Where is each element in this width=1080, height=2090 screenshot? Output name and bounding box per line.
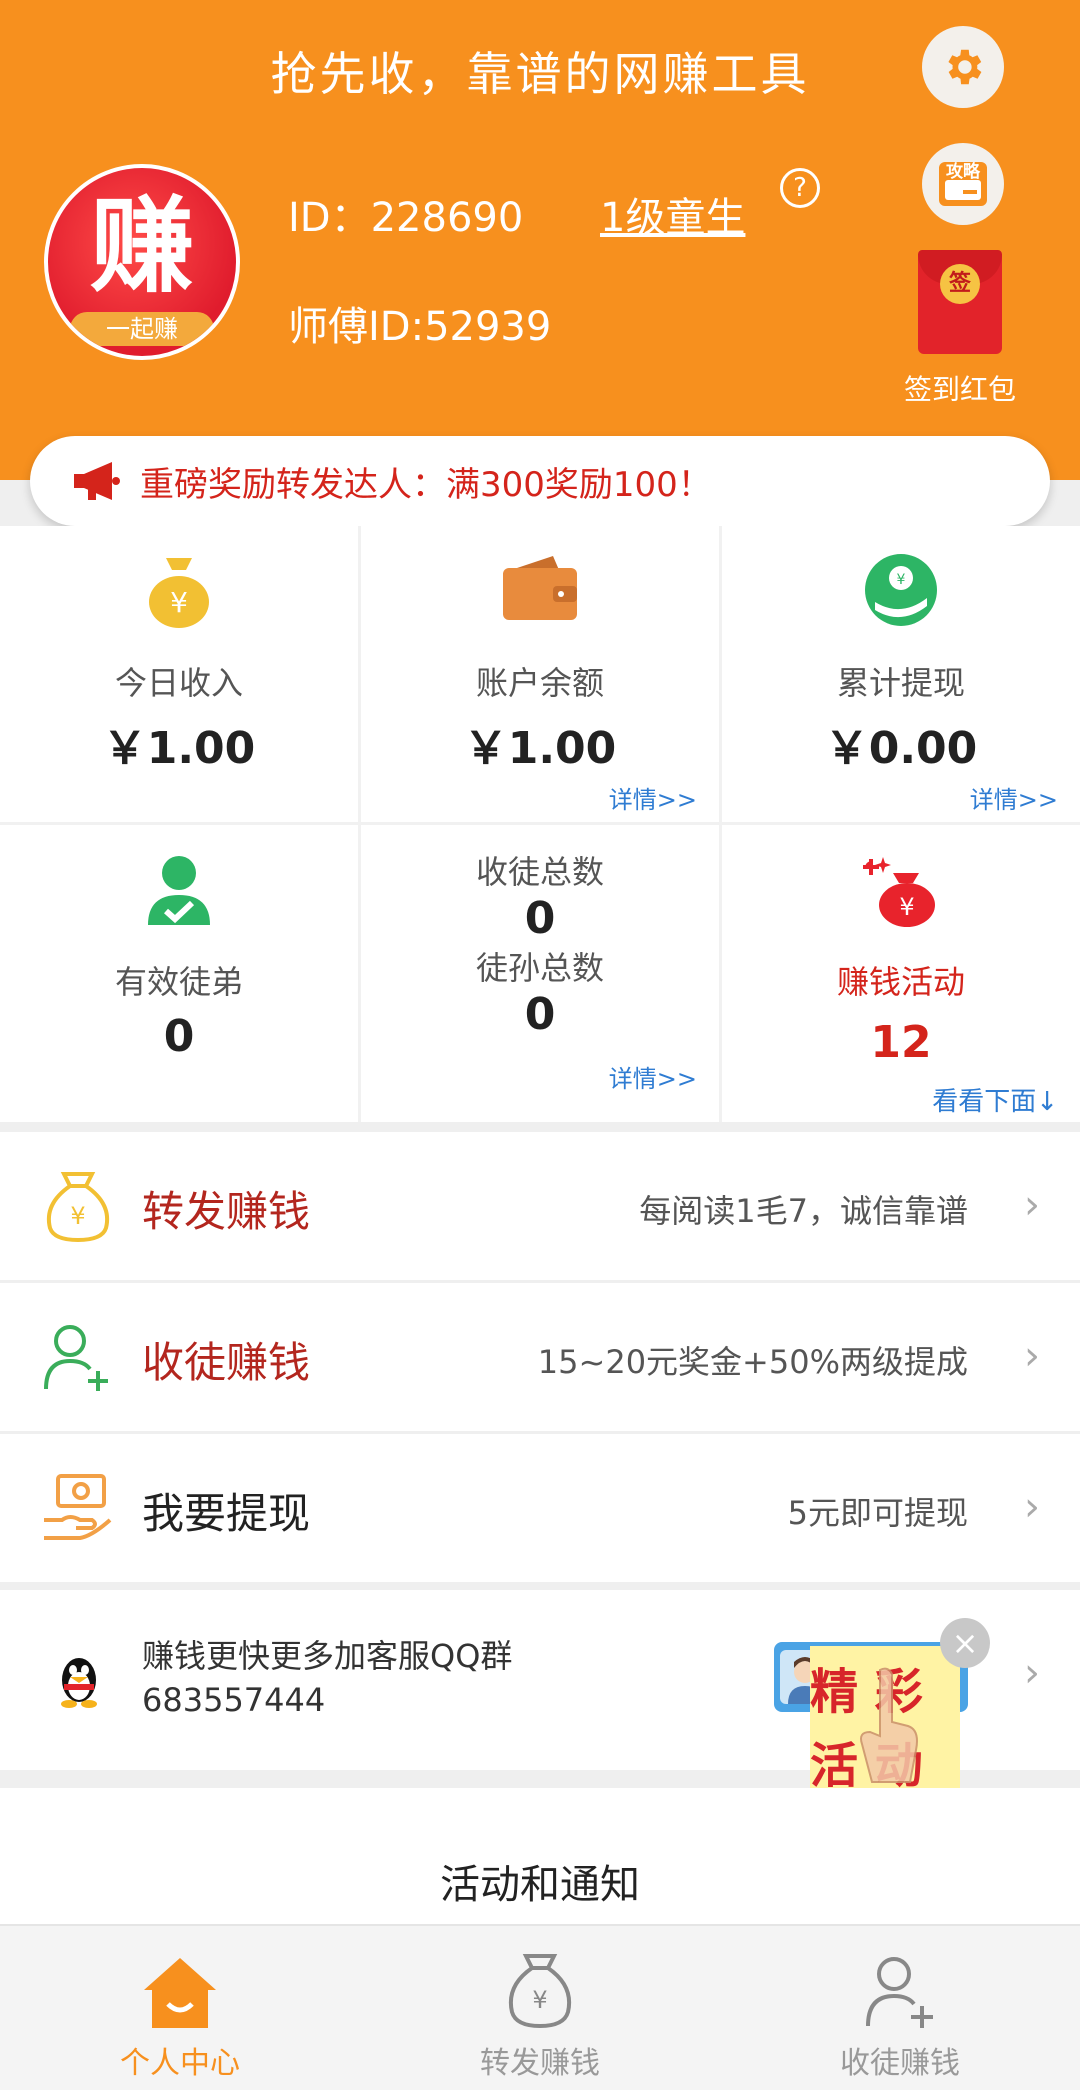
close-ad-button[interactable]: × bbox=[940, 1618, 990, 1668]
red-packet-icon: 签 bbox=[918, 250, 1002, 354]
master-id: 师傅ID:52939 bbox=[288, 304, 552, 350]
withdraw-row[interactable]: 我要提现 5元即可提现 › bbox=[0, 1434, 1080, 1582]
qq-group-text: 赚钱更快更多加客服QQ群 683557444 bbox=[142, 1634, 512, 1722]
money-bag-outline-icon: ¥ bbox=[509, 1954, 571, 2029]
notice-bar[interactable]: 重磅奖励转发达人：满300奖励100！ bbox=[30, 436, 1050, 526]
see-below-link[interactable]: 看看下面↓ bbox=[932, 1081, 1058, 1118]
pointing-hand-icon bbox=[860, 1667, 918, 1783]
chevron-right-icon: › bbox=[1024, 1333, 1040, 1379]
forward-earn-row[interactable]: ¥ 转发赚钱 每阅读1毛7，诚信靠谱 › bbox=[0, 1132, 1080, 1280]
forward-earn-title: 转发赚钱 bbox=[142, 1187, 311, 1236]
money-bag-sparkle-icon: ¥ bbox=[863, 857, 935, 927]
recruit-earn-row[interactable]: 收徒赚钱 15~20元奖金+50%两级提成 › bbox=[0, 1283, 1080, 1431]
withdrawn-label: 累计提现 bbox=[836, 664, 965, 702]
bottom-nav: 个人中心 ¥ 转发赚钱 收徒赚钱 bbox=[0, 1924, 1080, 2090]
wallet-icon bbox=[503, 556, 577, 620]
gear-icon bbox=[948, 49, 982, 85]
svg-text:¥: ¥ bbox=[70, 1202, 85, 1230]
coin-hand-icon: ¥ bbox=[865, 554, 937, 626]
disciples-total-label: 收徒总数 bbox=[475, 853, 604, 891]
user-level-link[interactable]: 1级童生 bbox=[600, 185, 745, 243]
grand-disciples-label: 徒孙总数 bbox=[475, 949, 604, 987]
add-user-icon bbox=[44, 1325, 108, 1391]
level-help-icon[interactable]: ? bbox=[780, 168, 820, 208]
avatar-logo-text: 赚 bbox=[89, 184, 194, 307]
balance-details-link[interactable]: 详情>> bbox=[609, 780, 697, 815]
qq-penguin-icon bbox=[61, 1658, 97, 1708]
valid-disciples-label: 有效徒弟 bbox=[114, 963, 243, 1001]
today-income-label: 今日收入 bbox=[114, 664, 243, 702]
earn-activity-value: 12 bbox=[870, 1017, 932, 1068]
svg-text:¥: ¥ bbox=[897, 572, 906, 588]
profile-header: 抢先收，靠谱的网赚工具 攻略 签 签到红包 赚 一起赚 ID：228690 1级… bbox=[0, 0, 1080, 480]
valid-disciples-value: 0 bbox=[163, 1011, 195, 1062]
add-user-icon bbox=[866, 1957, 933, 2028]
disciples-totals-cell[interactable]: 收徒总数 0 徒孙总数 0 详情>> bbox=[361, 825, 719, 1117]
cash-hand-icon bbox=[44, 1474, 112, 1540]
notice-text: 重磅奖励转发达人：满300奖励100！ bbox=[140, 464, 712, 505]
tab-recruit-earn[interactable]: 收徒赚钱 bbox=[720, 1926, 1080, 2090]
stats-grid: ¥ 今日收入 ￥1.00 账户余额 ￥1.00 详情>> ¥ 累计提现 ￥0.0… bbox=[0, 526, 1080, 1122]
forward-earn-desc: 每阅读1毛7，诚信靠谱 bbox=[639, 1192, 968, 1230]
chevron-right-icon: › bbox=[1024, 1182, 1040, 1228]
disciples-details-link[interactable]: 详情>> bbox=[609, 1059, 697, 1094]
balance-value: ￥1.00 bbox=[463, 723, 617, 774]
user-id: ID：228690 bbox=[288, 195, 524, 241]
qq-group-number: 683557444 bbox=[142, 1681, 326, 1719]
withdrawn-details-link[interactable]: 详情>> bbox=[970, 780, 1058, 815]
avatar-logo-subtext: 一起赚 bbox=[70, 312, 214, 346]
tab-forward-earn[interactable]: ¥ 转发赚钱 bbox=[360, 1926, 720, 2090]
chevron-right-icon: › bbox=[1024, 1484, 1040, 1530]
featured-activity-ad[interactable]: 精 彩 活 动 bbox=[810, 1646, 960, 1794]
avatar[interactable]: 赚 一起赚 bbox=[44, 164, 240, 360]
tab-forward-earn-label: 转发赚钱 bbox=[480, 2046, 600, 2081]
megaphone-icon bbox=[74, 462, 120, 500]
money-bag-icon: ¥ bbox=[149, 558, 209, 628]
grand-disciples-value: 0 bbox=[524, 989, 556, 1040]
today-income-cell: ¥ 今日收入 ￥1.00 bbox=[0, 526, 358, 818]
svg-text:¥: ¥ bbox=[170, 586, 188, 619]
balance-label: 账户余额 bbox=[475, 664, 604, 702]
recruit-earn-title: 收徒赚钱 bbox=[142, 1338, 311, 1387]
chevron-right-icon: › bbox=[1024, 1650, 1040, 1696]
earn-activity-label: 赚钱活动 bbox=[836, 963, 965, 1001]
checkin-label: 签到红包 bbox=[903, 373, 1016, 406]
withdrawn-cell[interactable]: ¥ 累计提现 ￥0.00 详情>> bbox=[722, 526, 1080, 818]
svg-text:¥: ¥ bbox=[899, 893, 914, 921]
guide-label: 攻略 bbox=[946, 162, 980, 182]
valid-disciples-cell: 有效徒弟 0 bbox=[0, 825, 358, 1117]
qq-group-line1: 赚钱更快更多加客服QQ群 bbox=[142, 1637, 513, 1675]
checkin-seal: 签 bbox=[940, 264, 980, 304]
recruit-earn-desc: 15~20元奖金+50%两级提成 bbox=[537, 1343, 968, 1381]
today-income-value: ￥1.00 bbox=[102, 723, 256, 774]
user-check-icon bbox=[148, 856, 210, 925]
app-title: 抢先收，靠谱的网赚工具 bbox=[270, 47, 810, 101]
disciples-total-value: 0 bbox=[524, 893, 556, 944]
withdraw-desc: 5元即可提现 bbox=[787, 1494, 968, 1532]
withdraw-title: 我要提现 bbox=[142, 1489, 311, 1538]
balance-cell[interactable]: 账户余额 ￥1.00 详情>> bbox=[361, 526, 719, 818]
settings-button[interactable] bbox=[922, 26, 1004, 108]
tab-personal-center[interactable]: 个人中心 bbox=[0, 1926, 360, 2090]
earn-activity-cell[interactable]: ¥ 赚钱活动 12 看看下面↓ bbox=[722, 825, 1080, 1117]
tab-recruit-earn-label: 收徒赚钱 bbox=[840, 2046, 960, 2081]
withdrawn-value: ￥0.00 bbox=[824, 723, 978, 774]
checkin-red-packet-button[interactable]: 签 签到红包 bbox=[880, 250, 1040, 410]
svg-text:¥: ¥ bbox=[532, 1986, 547, 2014]
home-icon bbox=[144, 1958, 216, 2028]
tab-personal-center-label: 个人中心 bbox=[120, 2046, 240, 2081]
activity-section-title: 活动和通知 bbox=[440, 1862, 640, 1908]
guide-button[interactable]: 攻略 bbox=[922, 143, 1004, 225]
money-bag-outline-icon: ¥ bbox=[47, 1172, 109, 1243]
